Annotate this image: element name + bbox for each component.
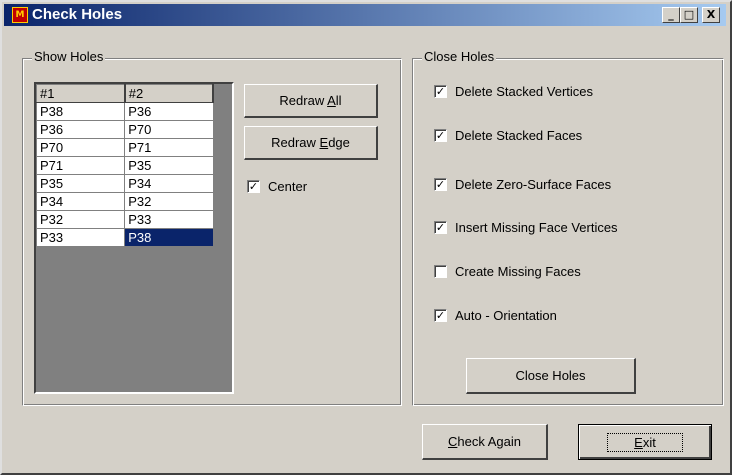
column-header-2[interactable]: #2 bbox=[124, 84, 215, 103]
table-cell-col2[interactable]: P34 bbox=[124, 174, 214, 193]
redraw-edge-button[interactable]: Redraw Edge bbox=[244, 126, 378, 160]
exit-label: Exit bbox=[607, 432, 683, 452]
close-option-label: Auto - Orientation bbox=[455, 308, 557, 323]
checkbox-box[interactable]: ✓ bbox=[434, 85, 447, 98]
table-cell-col1[interactable]: P70 bbox=[35, 138, 126, 157]
table-cell-col2[interactable]: P71 bbox=[124, 138, 214, 157]
close-holes-button[interactable]: Close Holes bbox=[466, 358, 636, 394]
close-button[interactable]: X bbox=[702, 7, 720, 23]
app-logo-icon[interactable]: M bbox=[12, 7, 28, 23]
close-option-label: Delete Stacked Faces bbox=[455, 128, 583, 143]
table-cell-col2[interactable]: P35 bbox=[124, 156, 214, 175]
column-header-1[interactable]: #1 bbox=[35, 84, 126, 103]
checkbox-box[interactable]: ✓ bbox=[434, 178, 447, 191]
check-again-label: Check Again bbox=[448, 434, 521, 449]
checkbox-box[interactable] bbox=[434, 265, 447, 278]
holes-listbox[interactable]: #1 #2 P38 P36 P36 P70 P70 P71 P71 P35 P35 P34 P34 P… bbox=[34, 82, 234, 394]
close-option-label: Delete Stacked Vertices bbox=[455, 84, 594, 99]
center-check-box[interactable]: ✓ bbox=[247, 180, 260, 193]
close-option-checkbox[interactable]: Create Missing Faces bbox=[434, 264, 581, 279]
check-again-button[interactable]: Check Again bbox=[422, 424, 548, 460]
table-row[interactable]: P38 P36 bbox=[35, 102, 214, 121]
table-cell-col1[interactable]: P33 bbox=[35, 228, 126, 247]
redraw-all-button[interactable]: Redraw All bbox=[244, 84, 378, 118]
table-cell-col1[interactable]: P35 bbox=[35, 174, 126, 193]
close-option-checkbox[interactable]: ✓ Delete Stacked Faces bbox=[434, 128, 582, 143]
table-row[interactable]: P70 P71 bbox=[35, 138, 214, 157]
window-title: Check Holes bbox=[32, 6, 123, 23]
maximize-button[interactable]: □ bbox=[680, 7, 698, 23]
table-cell-col2[interactable]: P36 bbox=[124, 102, 214, 121]
holes-table: #1 #2 P38 P36 P36 P70 P70 P71 P71 P35 P35 P34 P34 P… bbox=[35, 84, 215, 247]
table-row[interactable]: P34 P32 bbox=[35, 192, 214, 211]
exit-button[interactable]: Exit bbox=[578, 424, 712, 460]
table-cell-col2[interactable]: P32 bbox=[124, 192, 214, 211]
table-cell-col2[interactable]: P70 bbox=[124, 120, 214, 139]
table-cell-col1[interactable]: P32 bbox=[35, 210, 126, 229]
checkbox-box[interactable]: ✓ bbox=[434, 129, 447, 142]
title-bar[interactable]: M Check Holes _ □ X bbox=[4, 4, 726, 26]
table-cell-col1[interactable]: P34 bbox=[35, 192, 126, 211]
close-option-checkbox[interactable]: ✓ Auto - Orientation bbox=[434, 308, 557, 323]
table-cell-col2[interactable]: P38 bbox=[124, 228, 214, 247]
redraw-all-label: Redraw All bbox=[279, 93, 342, 108]
center-label: Center bbox=[268, 179, 308, 194]
redraw-edge-label: Redraw Edge bbox=[271, 135, 350, 150]
table-cell-col1[interactable]: P38 bbox=[35, 102, 126, 121]
table-row[interactable]: P33 P38 bbox=[35, 228, 214, 247]
table-row[interactable]: P71 P35 bbox=[35, 156, 214, 175]
close-option-checkbox[interactable]: ✓ Insert Missing Face Vertices bbox=[434, 220, 618, 235]
close-option-label: Insert Missing Face Vertices bbox=[455, 220, 618, 235]
show-holes-label: Show Holes bbox=[32, 49, 106, 64]
table-row[interactable]: P35 P34 bbox=[35, 174, 214, 193]
table-header-row: #1 #2 bbox=[35, 84, 215, 103]
close-option-checkbox[interactable]: ✓ Delete Stacked Vertices bbox=[434, 84, 593, 99]
table-row[interactable]: P32 P33 bbox=[35, 210, 214, 229]
table-cell-col2[interactable]: P33 bbox=[124, 210, 214, 229]
table-row[interactable]: P36 P70 bbox=[35, 120, 214, 139]
check-holes-dialog: M Check Holes _ □ X Show Holes #1 #2 P38… bbox=[0, 0, 732, 475]
minimize-button[interactable]: _ bbox=[662, 7, 680, 23]
close-holes-label: Close Holes bbox=[422, 49, 497, 64]
checkbox-box[interactable]: ✓ bbox=[434, 309, 447, 322]
table-cell-col1[interactable]: P36 bbox=[35, 120, 126, 139]
close-option-label: Delete Zero-Surface Faces bbox=[455, 177, 612, 192]
close-option-label: Create Missing Faces bbox=[455, 264, 581, 279]
close-option-checkbox[interactable]: ✓ Delete Zero-Surface Faces bbox=[434, 177, 611, 192]
table-cell-col1[interactable]: P71 bbox=[35, 156, 126, 175]
checkbox-box[interactable]: ✓ bbox=[434, 221, 447, 234]
center-checkbox[interactable]: ✓ Center bbox=[247, 179, 307, 194]
